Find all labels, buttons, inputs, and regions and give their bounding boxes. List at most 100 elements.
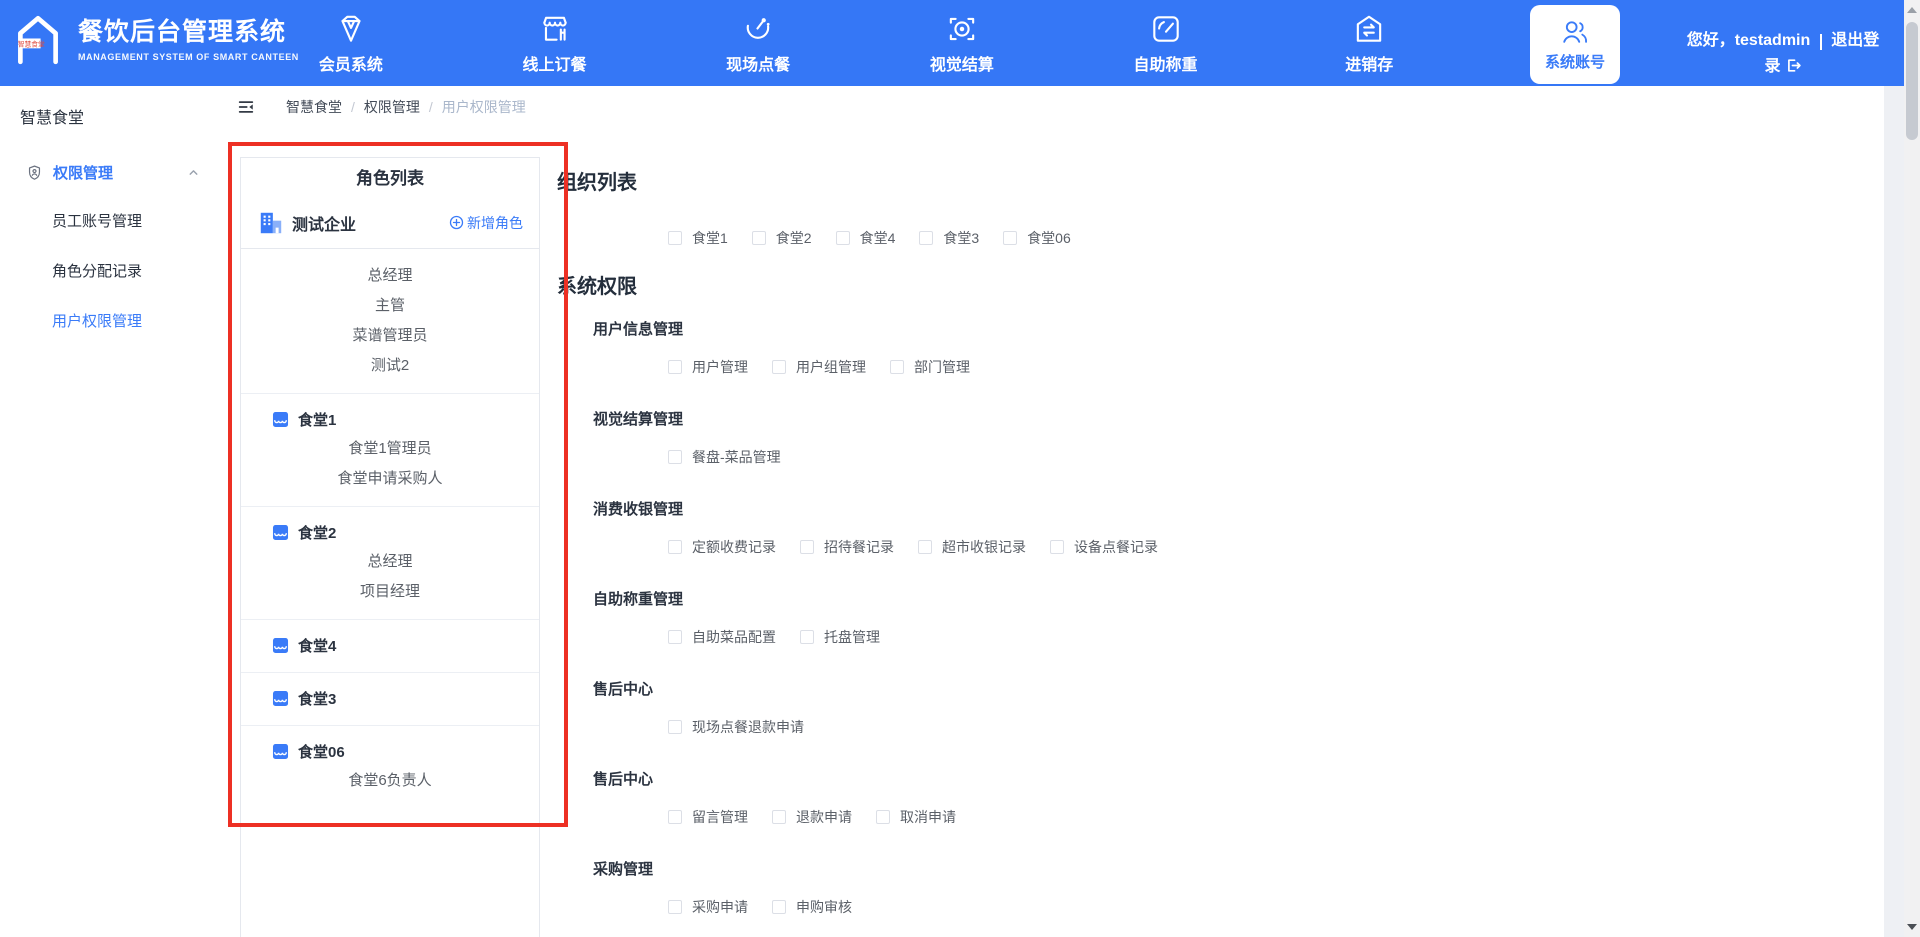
role-item[interactable]: 总经理 <box>241 547 539 577</box>
nav-item-dine-in-order[interactable]: 现场点餐 <box>656 0 860 86</box>
scrollbar-thumb[interactable] <box>1906 22 1918 140</box>
permission-section: 售后中心 留言管理 退款申请 取消申请 <box>557 770 1637 827</box>
chevron-up-icon <box>189 169 198 175</box>
checkbox-label: 设备点餐记录 <box>1074 539 1158 555</box>
permission-section-title: 视觉结算管理 <box>593 411 684 428</box>
nav-item-member-system[interactable]: 会员系统 <box>249 0 453 86</box>
system-permission-title: 系统权限 <box>557 276 637 298</box>
role-item[interactable]: 菜谱管理员 <box>241 321 539 351</box>
app-logo-icon: 智慧食堂 <box>18 15 58 65</box>
checkbox[interactable] <box>751 231 766 245</box>
checkbox-option[interactable]: 食堂1 <box>668 228 728 248</box>
nav-item-inventory[interactable]: 进销存 <box>1267 0 1471 86</box>
canteen-group-header[interactable]: 食堂4 <box>241 632 539 658</box>
page-scrollbar[interactable] <box>1904 0 1920 937</box>
permission-checkbox-row: 采购申请 申购审核 <box>668 897 1637 917</box>
checkbox[interactable] <box>835 231 850 245</box>
checkbox-option[interactable]: 退款申请 <box>772 807 852 827</box>
nav-item-system-account[interactable]: 系统账号 <box>1530 5 1620 84</box>
breadcrumb-item[interactable]: 权限管理 <box>364 97 420 117</box>
company-row[interactable]: 测试企业 新增角色 <box>241 197 539 249</box>
checkbox-label: 定额收费记录 <box>692 539 776 555</box>
checkbox-option[interactable]: 留言管理 <box>668 807 748 827</box>
role-item[interactable]: 测试2 <box>241 351 539 381</box>
checkbox-option[interactable]: 餐盘-菜品管理 <box>668 447 781 467</box>
checkbox-option[interactable]: 托盘管理 <box>800 627 880 647</box>
checkbox[interactable] <box>668 720 682 734</box>
canteen-group-header[interactable]: 食堂06 <box>241 738 539 764</box>
checkbox-option[interactable]: 用户组管理 <box>772 357 866 377</box>
role-item[interactable]: 总经理 <box>241 261 539 291</box>
checkbox-label: 食堂06 <box>1027 230 1071 246</box>
checkbox[interactable] <box>1003 231 1018 245</box>
breadcrumb-bar: 智慧食堂 / 权限管理 / 用户权限管理 <box>220 86 526 128</box>
checkbox-label: 用户管理 <box>692 359 748 375</box>
add-role-button[interactable]: 新增角色 <box>449 213 523 233</box>
checkbox[interactable] <box>668 360 682 374</box>
role-item[interactable]: 食堂6负责人 <box>241 766 539 796</box>
role-item[interactable]: 食堂1管理员 <box>241 434 539 464</box>
checkbox-option[interactable]: 现场点餐退款申请 <box>668 717 804 737</box>
canteen-group-header[interactable]: 食堂2 <box>241 519 539 545</box>
checkbox[interactable] <box>772 810 786 824</box>
permission-section-title: 自助称重管理 <box>593 591 684 608</box>
shield-icon <box>28 165 41 180</box>
checkbox[interactable] <box>668 810 682 824</box>
checkbox[interactable] <box>772 360 786 374</box>
checkbox-option[interactable]: 超市收银记录 <box>918 537 1026 557</box>
checkbox[interactable] <box>668 540 682 554</box>
canteen-group-header[interactable]: 食堂3 <box>241 685 539 711</box>
checkbox-label: 餐盘-菜品管理 <box>692 449 781 465</box>
checkbox-option[interactable]: 申购审核 <box>772 897 852 917</box>
scrollbar-up-arrow[interactable] <box>1904 2 1920 18</box>
sidebar-item-user-permission[interactable]: 用户权限管理 <box>0 297 220 347</box>
checkbox-option[interactable]: 食堂4 <box>835 228 895 248</box>
permission-checkbox-row: 留言管理 退款申请 取消申请 <box>668 807 1637 827</box>
role-group: 食堂3 <box>241 672 539 725</box>
role-list-panel: 角色列表 测试企业 新增角色 总经理 主管 菜谱管理员 测试2 食堂1 食堂1管理员 食堂申… <box>240 157 540 937</box>
sidebar-item-staff-accounts[interactable]: 员工账号管理 <box>0 197 220 247</box>
checkbox-option[interactable]: 食堂06 <box>1003 228 1071 248</box>
checkbox[interactable] <box>772 900 786 914</box>
nav-item-online-order[interactable]: 线上订餐 <box>453 0 657 86</box>
checkbox-option[interactable]: 用户管理 <box>668 357 748 377</box>
canteen-group-label: 食堂06 <box>298 743 345 761</box>
permission-checkbox-row: 用户管理 用户组管理 部门管理 <box>668 357 1637 377</box>
checkbox[interactable] <box>1050 540 1064 554</box>
checkbox-option[interactable]: 食堂3 <box>919 228 979 248</box>
checkbox[interactable] <box>668 630 682 644</box>
checkbox[interactable] <box>800 540 814 554</box>
role-item[interactable]: 主管 <box>241 291 539 321</box>
nav-item-self-weighing[interactable]: 自助称重 <box>1064 0 1268 86</box>
sidebar-group-permission[interactable]: 权限管理 <box>0 147 220 197</box>
checkbox-option[interactable]: 自助菜品配置 <box>668 627 776 647</box>
user-menu[interactable]: 您好，testadmin 退出登录 <box>1684 28 1882 80</box>
checkbox[interactable] <box>668 900 682 914</box>
breadcrumb-item[interactable]: 智慧食堂 <box>286 97 342 117</box>
checkbox-label: 采购申请 <box>692 899 748 915</box>
sidebar-item-role-assignment-records[interactable]: 角色分配记录 <box>0 247 220 297</box>
logo-text: 智慧食堂 <box>18 39 45 48</box>
checkbox-option[interactable]: 食堂2 <box>751 228 812 248</box>
checkbox[interactable] <box>890 360 904 374</box>
canteen-group-header[interactable]: 食堂1 <box>241 406 539 432</box>
checkbox-option[interactable]: 取消申请 <box>876 807 956 827</box>
checkbox[interactable] <box>918 540 932 554</box>
canteen-group-label: 食堂1 <box>298 411 337 429</box>
checkbox[interactable] <box>668 231 682 245</box>
checkbox[interactable] <box>800 630 814 644</box>
checkbox-option[interactable]: 部门管理 <box>890 357 970 377</box>
role-item[interactable]: 项目经理 <box>241 577 539 607</box>
checkbox-option[interactable]: 设备点餐记录 <box>1050 537 1158 557</box>
checkbox[interactable] <box>876 810 890 824</box>
role-item[interactable]: 食堂申请采购人 <box>241 464 539 494</box>
checkbox-option[interactable]: 招待餐记录 <box>800 537 894 557</box>
checkbox-option[interactable]: 定额收费记录 <box>668 537 776 557</box>
checkbox[interactable] <box>668 450 682 464</box>
nav-item-vision-checkout[interactable]: 视觉结算 <box>860 0 1064 86</box>
checkbox[interactable] <box>919 231 934 245</box>
company-building-icon <box>260 212 282 233</box>
scrollbar-down-arrow[interactable] <box>1904 919 1920 935</box>
menu-fold-icon[interactable] <box>237 98 255 116</box>
checkbox-option[interactable]: 采购申请 <box>668 897 748 917</box>
